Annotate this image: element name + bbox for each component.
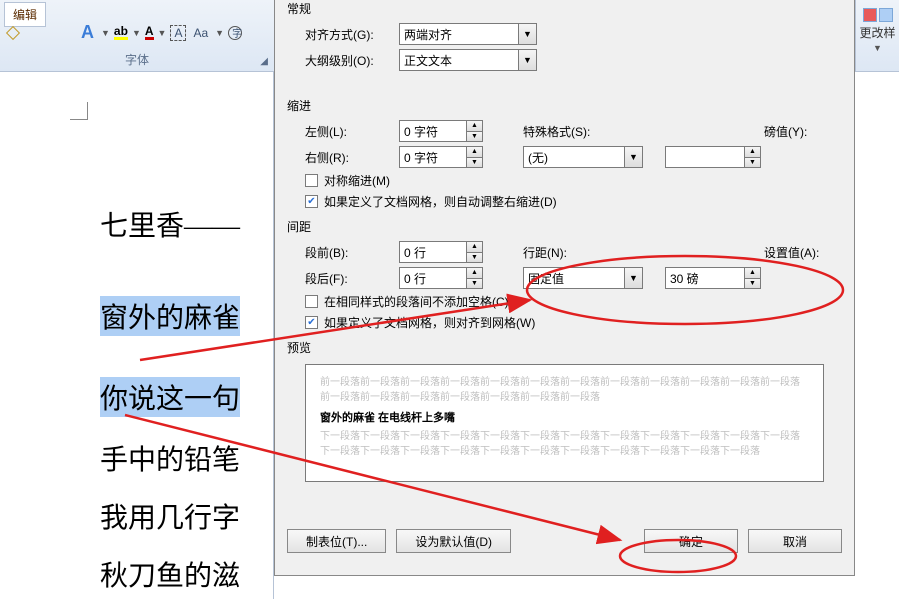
indent-left-value: 0 字符 (404, 123, 438, 140)
space-before-label: 段前(B): (305, 244, 399, 261)
section-general-heading: 常规 (287, 0, 842, 17)
change-case-button[interactable]: Aa (190, 24, 211, 42)
dialog-button-bar: 制表位(T)... 设为默认值(D) 确定 取消 (287, 529, 842, 553)
dropdown-arrow-icon[interactable]: ▼ (873, 43, 882, 53)
change-style-label: 更改样 (859, 24, 895, 41)
document-pane: 七里香—— 窗外的麻雀 你说这一句 手中的铅笔 我用几行字 秋刀鱼的滋 (0, 72, 274, 599)
no-space-same-style-label: 在相同样式的段落间不添加空格(C) (324, 293, 509, 310)
paragraph-dialog: 常规 对齐方式(G): 两端对齐 ▼ 大纲级别(O): 正文文本 ▼ 缩进 左侧… (274, 0, 855, 576)
auto-adjust-indent-checkbox[interactable] (305, 195, 318, 208)
spinner-down-icon[interactable]: ▼ (467, 158, 482, 168)
alignment-label: 对齐方式(G): (305, 26, 399, 43)
preview-before-text: 前一段落前一段落前一段落前一段落前一段落前一段落前一段落前一段落前一段落前一段落… (320, 375, 809, 405)
snap-to-grid-label: 如果定义了文档网格，则对齐到网格(W) (324, 314, 535, 331)
ribbon-font-buttons: A ▼ ab ▼ A ▼ A Aa ▼ 字 (78, 20, 242, 45)
spinner-down-icon[interactable]: ▼ (467, 253, 482, 263)
by-value-spinner[interactable]: ▲▼ (665, 146, 761, 168)
styles-preview-icon[interactable] (863, 8, 893, 22)
indent-right-value: 0 字符 (404, 149, 438, 166)
chevron-down-icon[interactable]: ▼ (518, 24, 536, 44)
mirror-indent-label: 对称缩进(M) (324, 172, 390, 189)
outline-level-combo[interactable]: 正文文本 ▼ (399, 49, 537, 71)
font-dialog-launcher[interactable]: ◢ (260, 56, 268, 67)
spinner-up-icon[interactable]: ▲ (467, 147, 482, 158)
doc-paragraph[interactable]: 我用几行字 (100, 496, 273, 536)
set-default-button[interactable]: 设为默认值(D) (396, 529, 511, 553)
spinner-down-icon[interactable]: ▼ (745, 279, 760, 289)
spinner-down-icon[interactable]: ▼ (467, 279, 482, 289)
at-value-value: 30 磅 (670, 270, 699, 287)
indent-left-spinner[interactable]: 0 字符 ▲▼ (399, 120, 483, 142)
doc-title: 七里香—— (100, 204, 273, 244)
line-spacing-label: 行距(N): (523, 244, 607, 261)
ribbon-tab-edit[interactable]: 编辑 (4, 2, 46, 27)
space-before-value: 0 行 (404, 244, 426, 261)
cancel-button[interactable]: 取消 (748, 529, 842, 553)
by-value-label: 磅值(Y): (764, 123, 842, 140)
space-after-spinner[interactable]: 0 行 ▲▼ (399, 267, 483, 289)
doc-paragraph-selected[interactable]: 你说这一句 (100, 377, 240, 417)
page-corner-mark (70, 102, 88, 120)
chevron-down-icon[interactable]: ▼ (518, 50, 536, 70)
spinner-up-icon[interactable]: ▲ (467, 268, 482, 279)
font-color-button[interactable]: A (145, 25, 154, 40)
space-after-label: 段后(F): (305, 270, 399, 287)
doc-paragraph-selected[interactable]: 窗外的麻雀 (100, 296, 240, 336)
spinner-down-icon[interactable]: ▼ (467, 132, 482, 142)
special-indent-combo[interactable]: (无) ▼ (523, 146, 643, 168)
dropdown-arrow-icon[interactable]: ▼ (132, 28, 141, 38)
mirror-indent-checkbox[interactable] (305, 174, 318, 187)
tabs-button[interactable]: 制表位(T)... (287, 529, 386, 553)
section-preview-heading: 预览 (287, 339, 842, 356)
format-painter-icon[interactable] (6, 26, 20, 40)
special-indent-value: (无) (528, 149, 548, 166)
at-value-label: 设置值(A): (764, 244, 842, 261)
dropdown-arrow-icon[interactable]: ▼ (215, 28, 224, 38)
preview-sample-text: 窗外的麻雀 在电线杆上多嘴 (320, 409, 809, 425)
doc-paragraph[interactable]: 秋刀鱼的滋 (100, 554, 273, 594)
line-spacing-combo[interactable]: 固定值 ▼ (523, 267, 643, 289)
outline-level-label: 大纲级别(O): (305, 52, 399, 69)
dropdown-arrow-icon[interactable]: ▼ (158, 28, 167, 38)
preview-after-text: 下一段落下一段落下一段落下一段落下一段落下一段落下一段落下一段落下一段落下一段落… (320, 429, 809, 459)
space-after-value: 0 行 (404, 270, 426, 287)
indent-right-spinner[interactable]: 0 字符 ▲▼ (399, 146, 483, 168)
ribbon-left-icon-group (6, 26, 20, 40)
space-before-spinner[interactable]: 0 行 ▲▼ (399, 241, 483, 263)
spinner-up-icon[interactable]: ▲ (745, 268, 760, 279)
line-spacing-value: 固定值 (528, 270, 564, 287)
chevron-down-icon[interactable]: ▼ (624, 147, 642, 167)
at-value-spinner[interactable]: 30 磅 ▲▼ (665, 267, 761, 289)
no-space-same-style-checkbox[interactable] (305, 295, 318, 308)
text-effect-button[interactable]: A (78, 20, 97, 45)
ok-button[interactable]: 确定 (644, 529, 738, 553)
chevron-down-icon[interactable]: ▼ (624, 268, 642, 288)
spinner-up-icon[interactable]: ▲ (467, 121, 482, 132)
alignment-combo[interactable]: 两端对齐 ▼ (399, 23, 537, 45)
spinner-down-icon[interactable]: ▼ (745, 158, 760, 168)
auto-adjust-indent-label: 如果定义了文档网格，则自动调整右缩进(D) (324, 193, 557, 210)
ribbon-group-font-label: 字体 (0, 51, 274, 68)
snap-to-grid-checkbox[interactable] (305, 316, 318, 329)
spinner-up-icon[interactable]: ▲ (467, 242, 482, 253)
spinner-up-icon[interactable]: ▲ (745, 147, 760, 158)
outline-level-value: 正文文本 (404, 52, 452, 69)
ribbon-right: 更改样 ▼ (855, 0, 899, 72)
ribbon: 编辑 A ▼ ab ▼ A ▼ A Aa ▼ 字 字体 ◢ (0, 0, 274, 72)
enclose-char-button[interactable]: 字 (228, 26, 242, 40)
dropdown-arrow-icon[interactable]: ▼ (101, 28, 110, 38)
section-spacing-heading: 间距 (287, 218, 842, 235)
section-indent-heading: 缩进 (287, 97, 842, 114)
special-indent-label: 特殊格式(S): (523, 123, 607, 140)
doc-paragraph[interactable]: 手中的铅笔 (100, 438, 273, 478)
alignment-value: 两端对齐 (404, 26, 452, 43)
preview-box: 前一段落前一段落前一段落前一段落前一段落前一段落前一段落前一段落前一段落前一段落… (305, 364, 824, 482)
char-border-button[interactable]: A (170, 25, 186, 41)
highlight-button[interactable]: ab (114, 25, 128, 40)
indent-right-label: 右侧(R): (305, 149, 399, 166)
indent-left-label: 左侧(L): (305, 123, 399, 140)
